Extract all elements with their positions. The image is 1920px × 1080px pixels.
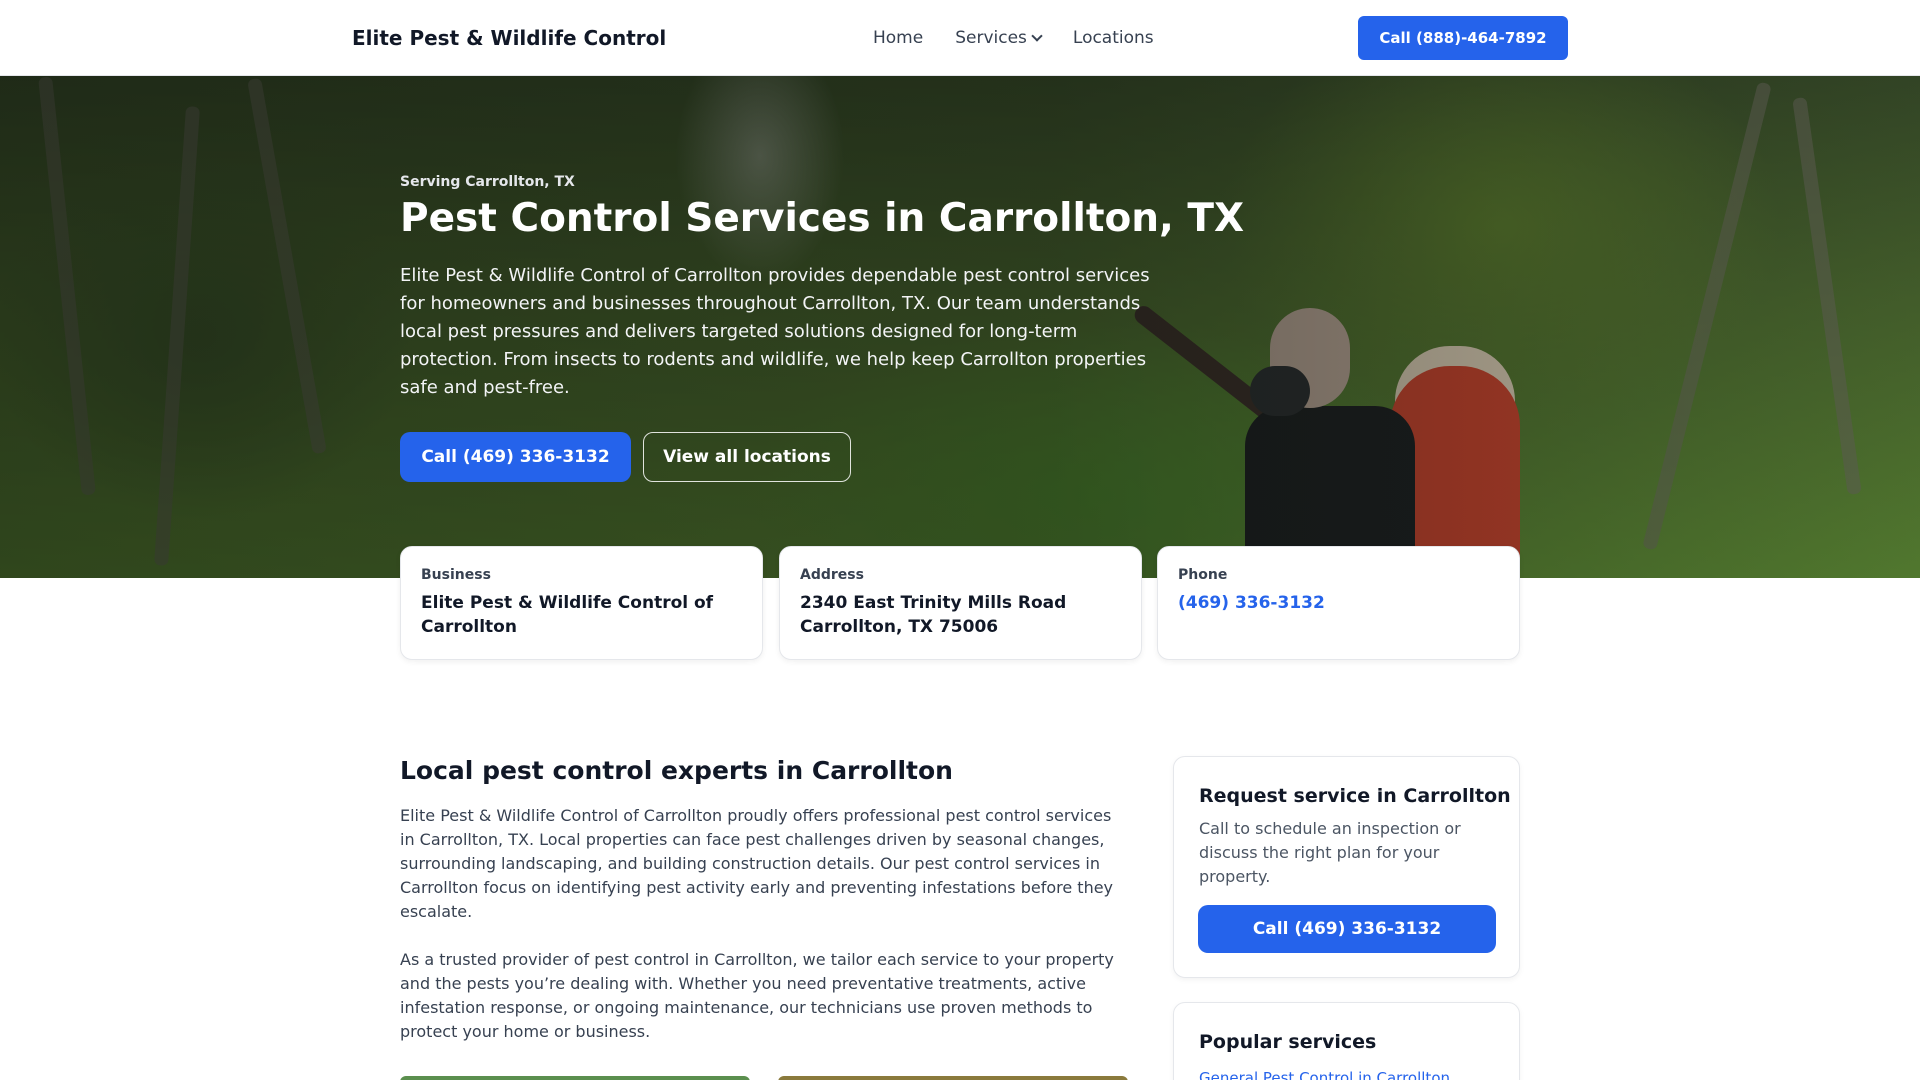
nav-home-label: Home <box>873 28 924 48</box>
address-label: Address <box>800 567 864 583</box>
nav-services[interactable]: Services <box>955 28 1043 48</box>
popular-services-card: Popular services General Pest Control in… <box>1173 1002 1520 1080</box>
phone-link[interactable]: (469) 336-3132 <box>1178 591 1499 615</box>
header-call-button[interactable]: Call (888)-464-7892 <box>1358 16 1568 60</box>
hero-call-button[interactable]: Call (469) 336-3132 <box>400 432 631 482</box>
address-line-2: Carrollton, TX 75006 <box>800 617 999 637</box>
business-card: Business Elite Pest & Wildlife Control o… <box>400 546 763 660</box>
nav-home[interactable]: Home <box>873 28 923 48</box>
nav-services-label: Services <box>955 28 1027 48</box>
request-service-title: Request service in Carrollton <box>1199 785 1511 807</box>
trust-paragraph: As a trusted provider of pest control in… <box>400 950 1114 1041</box>
main-nav: Home Services Locations <box>873 28 1154 48</box>
hero-description: Elite Pest & Wildlife Control of Carroll… <box>400 265 1150 398</box>
hero-eyebrow: Serving Carrollton, TX <box>400 174 575 190</box>
chevron-down-icon <box>1031 30 1043 42</box>
nav-locations-label: Locations <box>1072 28 1154 48</box>
business-label: Business <box>421 567 491 583</box>
popular-service-link[interactable]: General Pest Control in Carrollton <box>1199 1069 1450 1080</box>
address-line-1: 2340 East Trinity Mills Road <box>800 593 1067 613</box>
intro-paragraph: Elite Pest & Wildlife Control of Carroll… <box>400 806 1114 921</box>
view-locations-button[interactable]: View all locations <box>643 432 851 482</box>
section-title: Local pest control experts in Carrollton <box>400 756 953 785</box>
service-image-thumbnail <box>778 1076 1128 1080</box>
address-card: Address 2340 East Trinity Mills Road Car… <box>779 546 1142 660</box>
request-service-card: Request service in Carrollton Call to sc… <box>1173 756 1520 978</box>
nav-locations[interactable]: Locations <box>1073 28 1154 48</box>
phone-label: Phone <box>1178 567 1228 583</box>
phone-card: Phone (469) 336-3132 <box>1157 546 1520 660</box>
request-service-text: Call to schedule an inspection or discus… <box>1199 819 1461 886</box>
site-header: Elite Pest & Wildlife Control Home Servi… <box>0 0 1920 76</box>
page-title: Pest Control Services in Carrollton, TX <box>400 196 1245 241</box>
business-name: Elite Pest & Wildlife Control of Carroll… <box>421 593 714 637</box>
sidebar-call-button[interactable]: Call (469) 336-3132 <box>1198 905 1496 953</box>
brand-logo-text[interactable]: Elite Pest & Wildlife Control <box>352 26 666 50</box>
popular-services-title: Popular services <box>1199 1031 1377 1053</box>
service-image-thumbnail <box>400 1076 750 1080</box>
